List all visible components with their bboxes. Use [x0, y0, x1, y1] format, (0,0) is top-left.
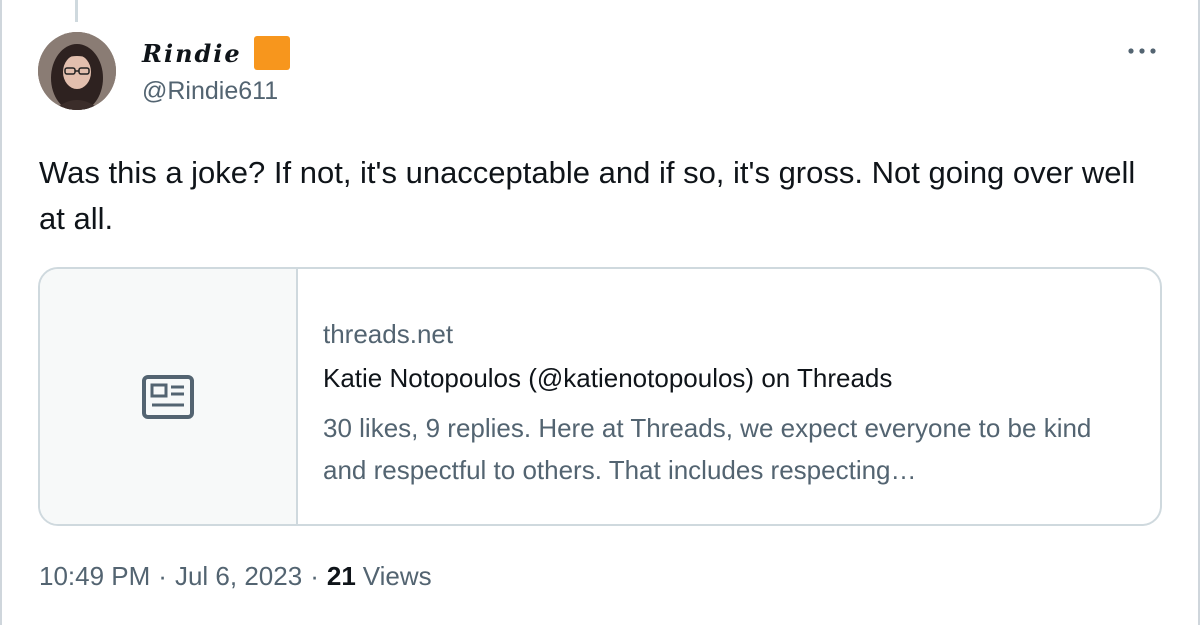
author-name-row: Rindie — [142, 36, 290, 70]
avatar-image — [38, 32, 116, 110]
link-card-domain: threads.net — [323, 319, 454, 349]
tweet-time[interactable]: 10:49 PM — [39, 561, 150, 592]
thread-connector-line — [75, 0, 78, 22]
views-count: 21 — [326, 561, 356, 591]
link-preview-card[interactable]: threads.net Katie Notopoulos (@katienoto… — [38, 267, 1162, 526]
verified-badge — [253, 36, 290, 70]
meta-separator: · — [158, 561, 167, 591]
tweet-text: Was this a joke? If not, it's unacceptab… — [39, 155, 1136, 236]
tweet-meta: 10:49 PM · Jul 6, 2023 · 21 Views — [39, 561, 432, 592]
more-options-button[interactable] — [1120, 36, 1164, 66]
newspaper-icon — [142, 374, 194, 419]
author-handle[interactable]: @Rindie611 — [142, 77, 278, 106]
author-display-name[interactable]: Rindie — [142, 39, 242, 68]
views-label: Views — [362, 561, 432, 591]
meta-separator: · — [310, 561, 319, 591]
avatar[interactable] — [38, 32, 116, 110]
tweet-container: Rindie @Rindie611 Was this a joke? If no… — [0, 0, 1200, 625]
link-card-title: Katie Notopoulos (@katienotopoulos) on T… — [323, 363, 893, 393]
link-card-thumbnail — [40, 269, 298, 524]
tweet-date[interactable]: Jul 6, 2023 — [175, 561, 302, 592]
link-card-body: threads.net Katie Notopoulos (@katienoto… — [298, 269, 1160, 524]
more-horizontal-icon — [1128, 48, 1156, 54]
link-card-description: 30 likes, 9 replies. Here at Threads, we… — [323, 413, 1092, 485]
